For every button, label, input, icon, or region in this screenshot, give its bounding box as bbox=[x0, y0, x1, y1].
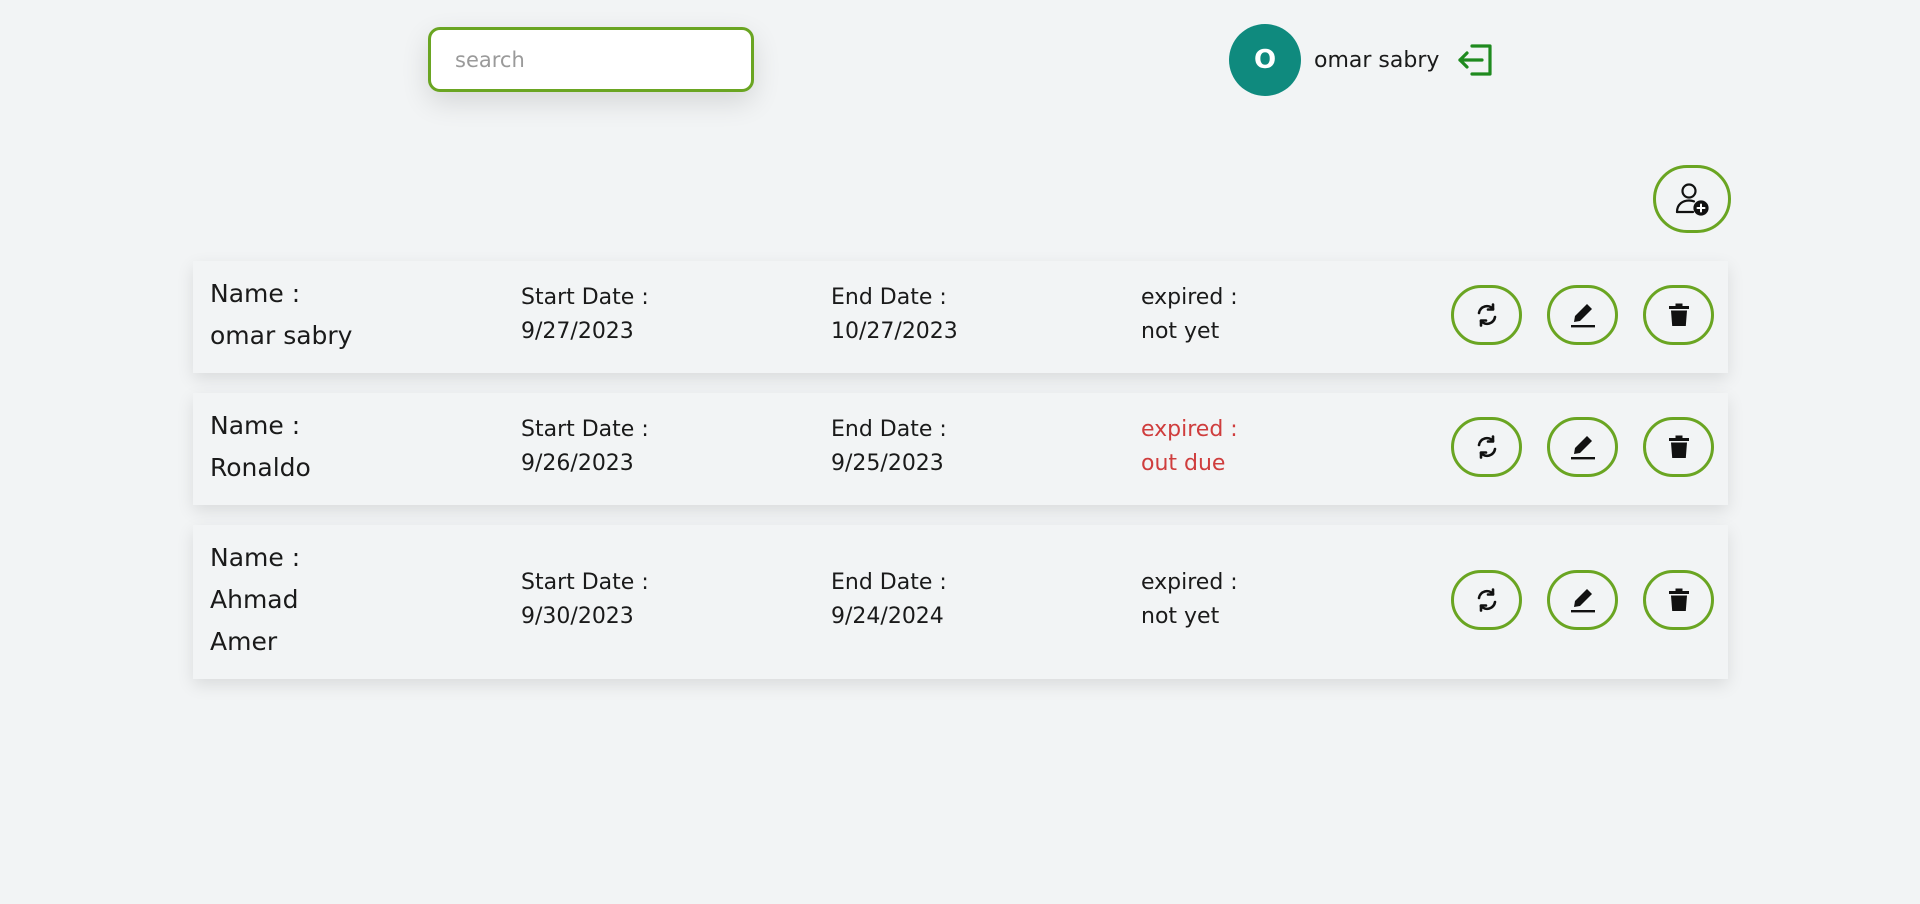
refresh-icon bbox=[1474, 302, 1500, 328]
refresh-icon bbox=[1474, 434, 1500, 460]
start-date-field: Start Date : 9/27/2023 bbox=[521, 281, 649, 349]
expired-label: expired : bbox=[1141, 417, 1238, 442]
member-card: Name : Ahmad Amer Start Date : 9/30/2023… bbox=[193, 525, 1728, 679]
logout-icon[interactable] bbox=[1455, 40, 1495, 80]
expired-field: expired : not yet bbox=[1141, 281, 1238, 349]
renew-button[interactable] bbox=[1451, 417, 1522, 477]
delete-button[interactable] bbox=[1643, 285, 1714, 345]
name-label: Name : bbox=[210, 411, 301, 440]
add-user-button[interactable] bbox=[1653, 165, 1731, 233]
pencil-icon bbox=[1570, 587, 1596, 613]
name-field: Name : Ahmad Amer bbox=[210, 537, 300, 663]
row-actions bbox=[1451, 285, 1714, 345]
member-card: Name : omar sabry Start Date : 9/27/2023… bbox=[193, 261, 1728, 373]
search-box[interactable] bbox=[428, 27, 754, 92]
trash-icon bbox=[1668, 435, 1690, 459]
expired-value: not yet bbox=[1141, 604, 1220, 630]
avatar-initial: O bbox=[1253, 45, 1277, 75]
end-date-value: 10/27/2023 bbox=[831, 319, 958, 345]
delete-button[interactable] bbox=[1643, 417, 1714, 477]
expired-value: out due bbox=[1141, 451, 1226, 477]
add-user-icon bbox=[1674, 181, 1710, 217]
user-info: O omar sabry bbox=[1229, 24, 1495, 96]
search-input[interactable] bbox=[455, 47, 727, 72]
row-actions bbox=[1451, 417, 1714, 477]
end-date-label: End Date : bbox=[831, 570, 947, 595]
expired-field: expired : out due bbox=[1141, 413, 1238, 481]
start-date-label: Start Date : bbox=[521, 417, 649, 442]
member-name-line2: Amer bbox=[210, 627, 278, 656]
expired-label: expired : bbox=[1141, 570, 1238, 595]
delete-button[interactable] bbox=[1643, 570, 1714, 630]
refresh-icon bbox=[1474, 587, 1500, 613]
name-field: Name : omar sabry bbox=[210, 273, 352, 357]
end-date-label: End Date : bbox=[831, 417, 947, 442]
expired-value: not yet bbox=[1141, 319, 1220, 345]
avatar: O bbox=[1229, 24, 1301, 96]
end-date-value: 9/25/2023 bbox=[831, 451, 944, 477]
edit-button[interactable] bbox=[1547, 417, 1618, 477]
start-date-label: Start Date : bbox=[521, 285, 649, 310]
edit-button[interactable] bbox=[1547, 570, 1618, 630]
start-date-field: Start Date : 9/26/2023 bbox=[521, 413, 649, 481]
name-label: Name : bbox=[210, 279, 301, 308]
pencil-icon bbox=[1570, 434, 1596, 460]
expired-field: expired : not yet bbox=[1141, 566, 1238, 634]
trash-icon bbox=[1668, 588, 1690, 612]
renew-button[interactable] bbox=[1451, 285, 1522, 345]
start-date-value: 9/30/2023 bbox=[521, 604, 634, 630]
start-date-field: Start Date : 9/30/2023 bbox=[521, 566, 649, 634]
user-name: omar sabry bbox=[1314, 47, 1440, 73]
renew-button[interactable] bbox=[1451, 570, 1522, 630]
start-date-value: 9/26/2023 bbox=[521, 451, 634, 477]
expired-label: expired : bbox=[1141, 285, 1238, 310]
start-date-value: 9/27/2023 bbox=[521, 319, 634, 345]
end-date-field: End Date : 10/27/2023 bbox=[831, 281, 958, 349]
end-date-label: End Date : bbox=[831, 285, 947, 310]
end-date-field: End Date : 9/25/2023 bbox=[831, 413, 947, 481]
member-name: Ronaldo bbox=[210, 453, 311, 482]
start-date-label: Start Date : bbox=[521, 570, 649, 595]
member-card: Name : Ronaldo Start Date : 9/26/2023 En… bbox=[193, 393, 1728, 505]
trash-icon bbox=[1668, 303, 1690, 327]
row-actions bbox=[1451, 570, 1714, 630]
name-label: Name : bbox=[210, 543, 301, 572]
name-field: Name : Ronaldo bbox=[210, 405, 311, 489]
edit-button[interactable] bbox=[1547, 285, 1618, 345]
pencil-icon bbox=[1570, 302, 1596, 328]
member-name: omar sabry bbox=[210, 321, 353, 350]
end-date-value: 9/24/2024 bbox=[831, 604, 944, 630]
member-name: Ahmad bbox=[210, 585, 299, 614]
end-date-field: End Date : 9/24/2024 bbox=[831, 566, 947, 634]
